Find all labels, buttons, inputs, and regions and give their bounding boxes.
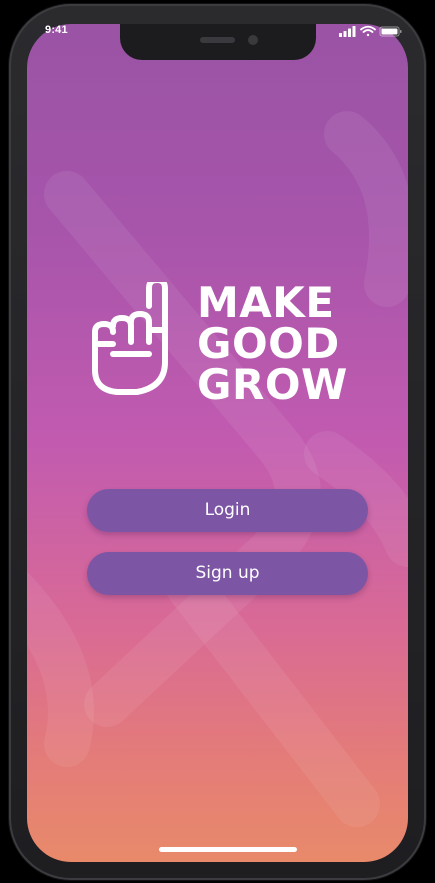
home-indicator[interactable] (159, 847, 297, 852)
signup-button[interactable]: Sign up (87, 552, 368, 595)
status-icons (339, 25, 402, 37)
logo-word-grow: GROW (197, 360, 348, 409)
app-screen (27, 24, 408, 862)
logo-word-make: MAKE (197, 278, 335, 327)
status-time: 9:41 (45, 24, 68, 36)
speaker-grille (200, 37, 235, 43)
logo-word-good: GOOD (197, 319, 340, 368)
front-camera (248, 35, 258, 45)
battery-icon (379, 26, 402, 37)
notch (120, 24, 316, 60)
background-pattern (27, 111, 408, 827)
app-logo: MAKE GOOD GROW (87, 282, 367, 407)
login-button[interactable]: Login (87, 489, 368, 532)
signal-icon (339, 26, 356, 37)
pointing-hand-icon (92, 282, 168, 395)
wifi-icon (360, 25, 376, 37)
